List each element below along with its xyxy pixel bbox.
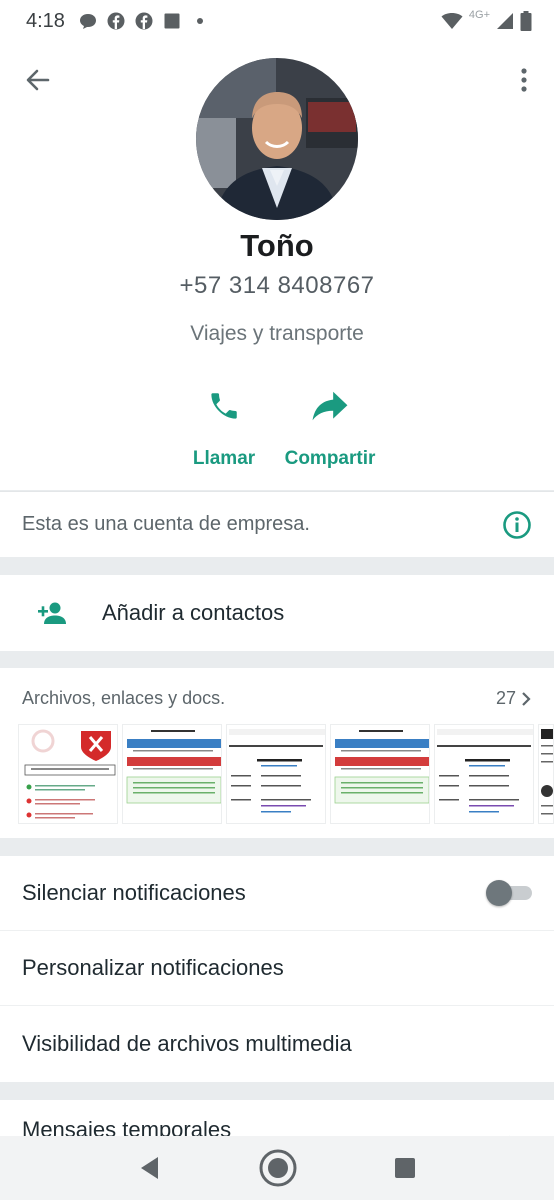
media-count: 27 — [495, 688, 516, 708]
info-icon[interactable] — [502, 510, 532, 540]
business-account-row[interactable]: Esta es una cuenta de empresa. — [0, 491, 554, 557]
media-thumbnail[interactable] — [18, 724, 118, 824]
contact-phone: +57 314 8408767 — [179, 272, 375, 299]
mute-notifications-row[interactable]: Silenciar notificaciones — [0, 856, 554, 931]
battery-icon — [520, 11, 532, 31]
media-header[interactable]: Archivos, enlaces y docs. 27 — [0, 668, 554, 709]
chat-bubble-icon — [79, 14, 96, 29]
profile-header: Toño +57 314 8408767 Viajes y transporte… — [0, 42, 554, 490]
temporary-messages-row[interactable]: Mensajes temporales — [0, 1100, 554, 1140]
share-icon — [312, 391, 348, 421]
media-thumbnail[interactable] — [122, 724, 222, 824]
media-section: Archivos, enlaces y docs. 27 — [0, 668, 554, 838]
media-visibility-label: Visibilidad de archivos multimedia — [22, 1030, 352, 1056]
mute-notifications-label: Silenciar notificaciones — [22, 880, 246, 905]
share-button[interactable]: Compartir — [280, 386, 380, 470]
chevron-right-icon — [522, 691, 531, 706]
custom-notifications-row[interactable]: Personalizar notificaciones — [0, 931, 554, 1006]
avatar[interactable] — [196, 58, 358, 220]
contact-name: Toño — [240, 228, 314, 263]
more-vert-icon[interactable] — [512, 66, 536, 94]
add-to-contacts-label: Añadir a contactos — [102, 600, 285, 625]
nav-recents-icon[interactable] — [394, 1157, 416, 1179]
square-icon — [164, 13, 180, 29]
media-thumbnail[interactable] — [330, 724, 430, 824]
signal-icon — [497, 13, 513, 29]
notification-settings: Silenciar notificaciones Personalizar no… — [0, 856, 554, 1082]
business-category: Viajes y transporte — [190, 322, 364, 345]
media-visibility-row[interactable]: Visibilidad de archivos multimedia — [0, 1006, 554, 1081]
dot-icon — [196, 18, 203, 24]
phone-icon — [211, 393, 237, 419]
wifi-icon — [441, 13, 463, 29]
status-time: 4:18 — [26, 9, 65, 32]
back-arrow-icon[interactable] — [24, 66, 52, 94]
nav-back-icon[interactable] — [138, 1155, 162, 1181]
media-thumbnail[interactable] — [538, 724, 554, 824]
media-title: Archivos, enlaces y docs. — [22, 688, 226, 708]
media-thumbnail[interactable] — [434, 724, 534, 824]
facebook-icon — [135, 12, 153, 30]
call-button[interactable]: Llamar — [180, 386, 268, 470]
network-type: 4G+ — [468, 9, 490, 21]
mute-toggle[interactable] — [486, 880, 532, 906]
media-thumbnail[interactable] — [226, 724, 326, 824]
nav-home-icon[interactable] — [258, 1148, 298, 1188]
facebook-icon — [107, 12, 125, 30]
share-label: Compartir — [284, 448, 376, 469]
call-label: Llamar — [192, 448, 256, 469]
add-to-contacts-row[interactable]: Añadir a contactos — [0, 575, 554, 651]
custom-notifications-label: Personalizar notificaciones — [22, 955, 284, 980]
system-nav-bar — [0, 1136, 554, 1200]
business-account-text: Esta es una cuenta de empresa. — [22, 513, 310, 535]
person-add-icon — [38, 602, 66, 624]
status-bar: 4:18 4G+ — [0, 0, 554, 42]
